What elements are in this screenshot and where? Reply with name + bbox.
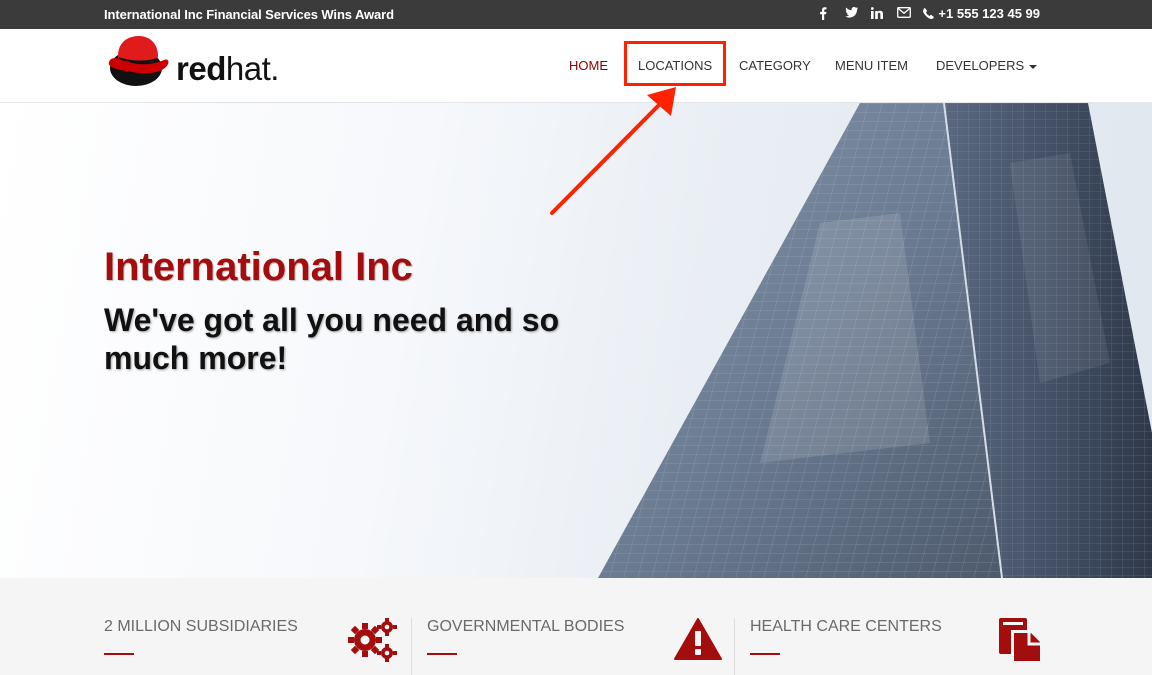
main-nav: HOME LOCATIONS CATEGORY MENU ITEM DEVELO…: [0, 29, 1152, 103]
top-bar: International Inc Financial Services Win…: [0, 0, 1152, 29]
facebook-icon[interactable]: [819, 6, 831, 21]
nav-home[interactable]: HOME: [569, 58, 608, 73]
social-links: +1 555 123 45 99: [819, 6, 1040, 21]
announcement-text[interactable]: International Inc Financial Services Win…: [104, 7, 394, 22]
feature-subsidiaries: 2 MILLION SUBSIDIARIES: [0, 578, 411, 675]
site-header: redhat. HOME LOCATIONS CATEGORY MENU ITE…: [0, 29, 1152, 103]
nav-category[interactable]: CATEGORY: [739, 58, 811, 73]
locations-highlight-box: [624, 41, 726, 86]
linkedin-icon[interactable]: [871, 6, 884, 21]
feature-governmental: GOVERNMENTAL BODIES: [412, 578, 734, 675]
accent-dash: [427, 653, 457, 655]
envelope-icon[interactable]: [897, 6, 912, 21]
accent-dash: [104, 653, 134, 655]
feature-label: HEALTH CARE CENTERS: [750, 618, 942, 635]
feature-label: 2 MILLION SUBSIDIARIES: [104, 618, 298, 635]
accent-dash: [750, 653, 780, 655]
files-icon: [998, 618, 1046, 671]
gears-icon: [348, 618, 398, 667]
warning-icon: [674, 618, 722, 665]
twitter-icon[interactable]: [845, 6, 859, 21]
nav-developers[interactable]: DEVELOPERS: [936, 58, 1038, 73]
feature-healthcare: HEALTH CARE CENTERS: [735, 578, 1055, 675]
phone-number: +1 555 123 45 99: [938, 6, 1040, 21]
feature-label: GOVERNMENTAL BODIES: [427, 618, 625, 635]
phone-contact[interactable]: +1 555 123 45 99: [923, 6, 1040, 21]
hero-banner: International Inc We've got all you need…: [0, 103, 1152, 578]
hero-subtitle: We've got all you need and so much more!: [104, 302, 560, 376]
caret-down-icon: [1029, 64, 1038, 69]
hero-title: International Inc: [104, 245, 413, 289]
nav-developers-label: DEVELOPERS: [936, 58, 1025, 73]
phone-icon: [923, 8, 935, 19]
nav-menu-item[interactable]: MENU ITEM: [835, 58, 908, 73]
features-strip: 2 MILLION SUBSIDIARIES GOVERNMENTAL BODI…: [0, 578, 1152, 675]
